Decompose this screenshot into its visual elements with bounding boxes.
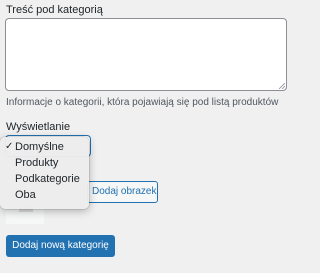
dropdown-option-label: Podkategorie bbox=[15, 173, 80, 185]
add-image-button[interactable]: Dodaj obrazek bbox=[87, 181, 158, 203]
dropdown-option-label: Domyślne bbox=[15, 141, 64, 153]
resize-grip-icon[interactable] bbox=[279, 83, 285, 89]
display-type-label: Wyświetlanie bbox=[6, 121, 71, 133]
add-new-category-button[interactable]: Dodaj nową kategorię bbox=[6, 235, 115, 257]
add-category-form: Treść pod kategorią Informacje o kategor… bbox=[0, 0, 300, 273]
display-type-dropdown-menu: ✓ Domyślne Produkty Podkategorie Oba bbox=[0, 137, 89, 209]
category-content-description: Informacje o kategorii, która pojawiają … bbox=[6, 97, 279, 108]
category-content-textarea[interactable] bbox=[5, 18, 287, 91]
category-content-label: Treść pod kategorią bbox=[6, 4, 103, 16]
dropdown-option-label: Oba bbox=[15, 189, 36, 201]
dropdown-option-domyslne[interactable]: ✓ Domyślne bbox=[0, 139, 89, 155]
dropdown-option-label: Produkty bbox=[15, 157, 59, 169]
dropdown-option-oba[interactable]: Oba bbox=[0, 187, 89, 203]
dropdown-option-podkategorie[interactable]: Podkategorie bbox=[0, 171, 89, 187]
checkmark-icon: ✓ bbox=[5, 141, 14, 152]
dropdown-option-produkty[interactable]: Produkty bbox=[0, 155, 89, 171]
